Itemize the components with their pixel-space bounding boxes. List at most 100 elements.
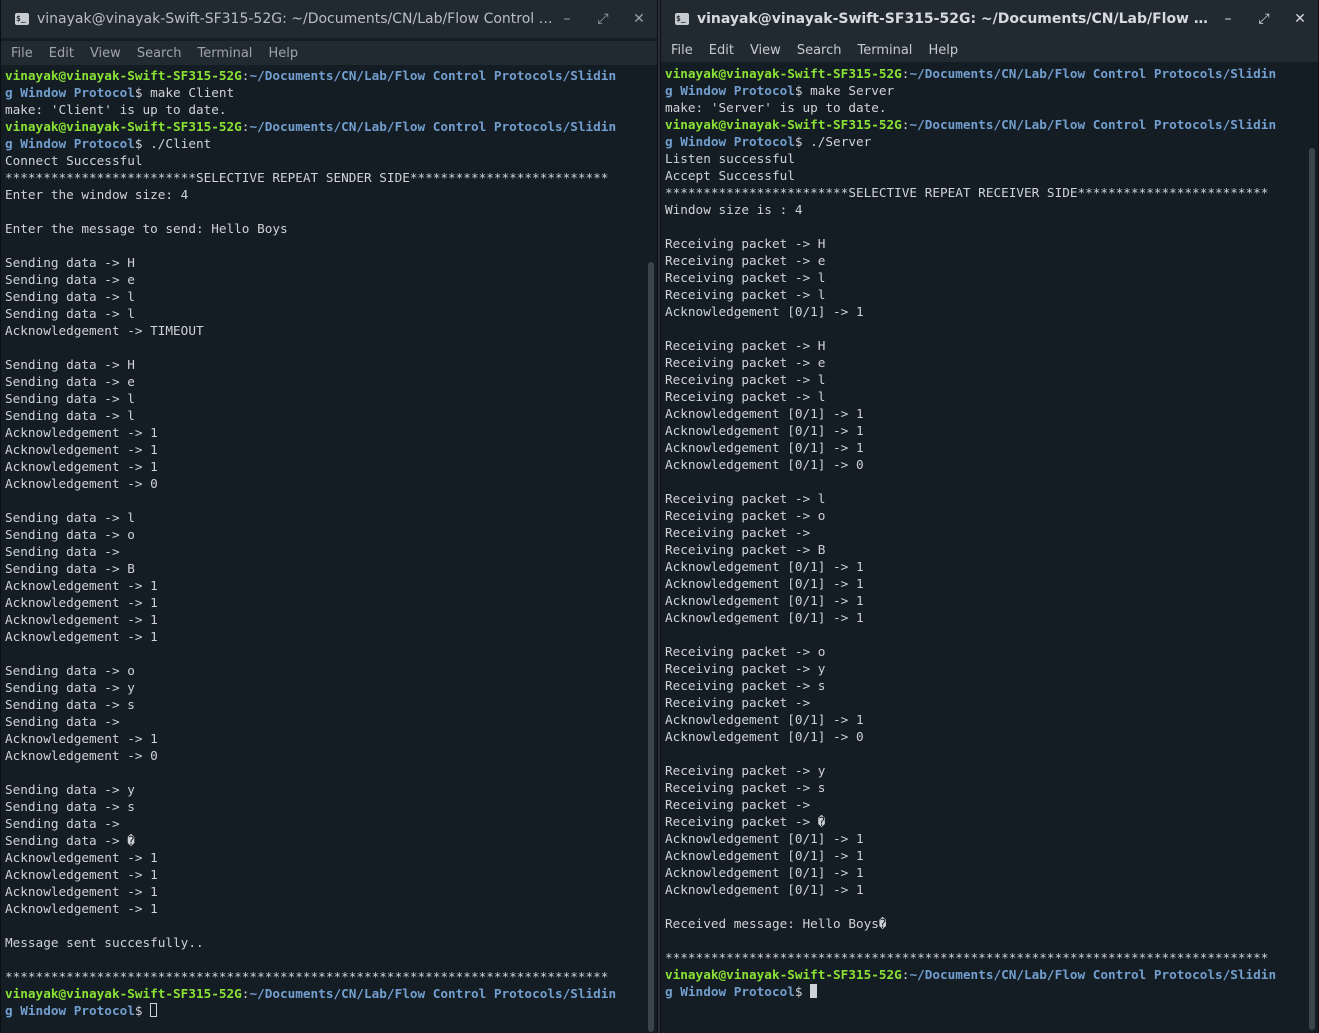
menu-help[interactable]: Help bbox=[260, 46, 306, 61]
output-text: Sending data -> l bbox=[5, 289, 135, 304]
terminal-output[interactable]: vinayak@vinayak-Swift-SF315-52G:~/Docume… bbox=[5, 67, 643, 1027]
prompt-path: g Window Protocol bbox=[5, 85, 135, 100]
output-text: Receiving packet -> y bbox=[665, 763, 826, 778]
scrollbar[interactable] bbox=[1309, 148, 1315, 1030]
output-text: Receiving packet -> l bbox=[665, 372, 826, 387]
menu-edit[interactable]: Edit bbox=[701, 43, 742, 58]
terminal-line: Acknowledgement -> 1 bbox=[5, 628, 643, 645]
terminal-line: Acknowledgement -> 1 bbox=[5, 900, 643, 917]
prompt-user: vinayak@vinayak-Swift-SF315-52G bbox=[5, 68, 242, 83]
terminal-line: Listen successful bbox=[665, 150, 1304, 167]
output-text: Sending data -> bbox=[5, 816, 128, 831]
terminal-window-server[interactable]: $_ vinayak@vinayak-Swift-SF315-52G: ~/Do… bbox=[660, 0, 1319, 1033]
terminal-line: Acknowledgement [0/1] -> 1 bbox=[665, 439, 1304, 456]
output-text: Sending data -> s bbox=[5, 697, 135, 712]
menu-bar: File Edit View Search Terminal Help bbox=[661, 38, 1318, 62]
title-bar[interactable]: $_ vinayak@vinayak-Swift-SF315-52G: ~/Do… bbox=[1, 0, 657, 38]
prompt-user: vinayak@vinayak-Swift-SF315-52G bbox=[5, 986, 242, 1001]
terminal-line: Acknowledgement [0/1] -> 1 bbox=[665, 609, 1304, 626]
minimize-button[interactable]: – bbox=[1210, 11, 1246, 27]
output-text: Acknowledgement -> 1 bbox=[5, 442, 158, 457]
output-text: Acknowledgement -> 0 bbox=[5, 748, 158, 763]
terminal-line: Receiving packet -> H bbox=[665, 235, 1304, 252]
maximize-button[interactable]: ⤢ bbox=[585, 11, 621, 27]
prompt-path: ~/Documents/CN/Lab/Flow Control Protocol… bbox=[249, 119, 617, 134]
menu-help[interactable]: Help bbox=[920, 43, 966, 58]
terminal-line: Receiving packet -> o bbox=[665, 507, 1304, 524]
terminal-line: Receiving packet -> e bbox=[665, 252, 1304, 269]
output-text: Sending data -> B bbox=[5, 561, 135, 576]
terminal-line: Acknowledgement [0/1] -> 1 bbox=[665, 592, 1304, 609]
terminal-line: vinayak@vinayak-Swift-SF315-52G:~/Docume… bbox=[665, 117, 1277, 132]
terminal-line: Sending data -> e bbox=[5, 373, 643, 390]
output-text: Receiving packet -> o bbox=[665, 508, 826, 523]
window-title: vinayak@vinayak-Swift-SF315-52G: ~/Docum… bbox=[697, 11, 1217, 27]
terminal-line: Sending data -> l bbox=[5, 407, 643, 424]
menu-search[interactable]: Search bbox=[129, 46, 190, 61]
terminal-output[interactable]: vinayak@vinayak-Swift-SF315-52G:~/Docume… bbox=[665, 65, 1304, 1025]
terminal-line: Window size is : 4 bbox=[665, 201, 1304, 218]
menu-search[interactable]: Search bbox=[789, 43, 850, 58]
output-text: Receiving packet -> l bbox=[665, 270, 826, 285]
title-bar[interactable]: $_ vinayak@vinayak-Swift-SF315-52G: ~/Do… bbox=[661, 0, 1318, 38]
terminal-line: Receiving packet -> bbox=[665, 694, 1304, 711]
output-text: Enter the message to send: Hello Boys bbox=[5, 221, 288, 236]
output-text: Acknowledgement -> 1 bbox=[5, 850, 158, 865]
terminal-line: g Window Protocol$ ./Client bbox=[5, 135, 643, 152]
terminal-line: g Window Protocol$ bbox=[5, 1002, 643, 1019]
terminal-line: g Window Protocol$ make Server bbox=[665, 82, 1304, 99]
output-text: Acknowledgement -> 1 bbox=[5, 425, 158, 440]
output-text: make: 'Server' is up to date. bbox=[665, 100, 887, 115]
output-text: Receiving packet -> H bbox=[665, 338, 826, 353]
output-text: Received message: Hello Boys� bbox=[665, 916, 887, 931]
output-text: Listen successful bbox=[665, 151, 795, 166]
prompt-user: vinayak@vinayak-Swift-SF315-52G bbox=[665, 967, 902, 982]
terminal-line: Acknowledgement -> 1 bbox=[5, 458, 643, 475]
window-title: vinayak@vinayak-Swift-SF315-52G: ~/Docum… bbox=[37, 11, 557, 27]
output-text: Receiving packet -> bbox=[665, 525, 818, 540]
menu-view[interactable]: View bbox=[82, 46, 129, 61]
prompt-path: ~/Documents/CN/Lab/Flow Control Protocol… bbox=[909, 117, 1277, 132]
output-text: Receiving packet -> e bbox=[665, 253, 826, 268]
menu-bar: File Edit View Search Terminal Help bbox=[1, 41, 657, 65]
prompt-path: g Window Protocol bbox=[5, 136, 135, 151]
minimize-button[interactable]: – bbox=[549, 11, 585, 27]
output-text: Acknowledgement [0/1] -> 1 bbox=[665, 423, 864, 438]
close-button[interactable]: ✕ bbox=[1282, 11, 1318, 27]
close-button[interactable]: ✕ bbox=[621, 11, 657, 27]
terminal-line: Receiving packet -> l bbox=[665, 490, 1304, 507]
menu-terminal[interactable]: Terminal bbox=[849, 43, 920, 58]
menu-file[interactable]: File bbox=[3, 46, 41, 61]
output-text: Receiving packet -> � bbox=[665, 814, 826, 829]
text-cursor bbox=[810, 984, 818, 998]
prompt-user: vinayak@vinayak-Swift-SF315-52G bbox=[5, 119, 242, 134]
output-text: Sending data -> y bbox=[5, 680, 135, 695]
output-text: Receiving packet -> s bbox=[665, 678, 826, 693]
terminal-line: Enter the message to send: Hello Boys bbox=[5, 220, 643, 237]
menu-file[interactable]: File bbox=[663, 43, 701, 58]
terminal-line: Message sent succesfully.. bbox=[5, 934, 643, 951]
terminal-line: vinayak@vinayak-Swift-SF315-52G:~/Docume… bbox=[5, 119, 617, 134]
output-text: Acknowledgement [0/1] -> 1 bbox=[665, 440, 864, 455]
maximize-button[interactable]: ⤢ bbox=[1246, 11, 1282, 27]
terminal-line: g Window Protocol$ make Client bbox=[5, 84, 643, 101]
terminal-window-client[interactable]: $_ vinayak@vinayak-Swift-SF315-52G: ~/Do… bbox=[0, 0, 658, 1033]
terminal-line: Acknowledgement [0/1] -> 1 bbox=[665, 422, 1304, 439]
terminal-line: Sending data -> l bbox=[5, 390, 643, 407]
terminal-line: Acknowledgement [0/1] -> 0 bbox=[665, 728, 1304, 745]
terminal-line: Sending data -> B bbox=[5, 560, 643, 577]
menu-view[interactable]: View bbox=[742, 43, 789, 58]
scrollbar[interactable] bbox=[648, 262, 654, 1032]
output-text: Sending data -> H bbox=[5, 357, 135, 372]
text-cursor bbox=[150, 1003, 158, 1017]
menu-edit[interactable]: Edit bbox=[41, 46, 82, 61]
terminal-line: Acknowledgement -> 1 bbox=[5, 866, 643, 883]
terminal-line: Receiving packet -> e bbox=[665, 354, 1304, 371]
menu-terminal[interactable]: Terminal bbox=[189, 46, 260, 61]
